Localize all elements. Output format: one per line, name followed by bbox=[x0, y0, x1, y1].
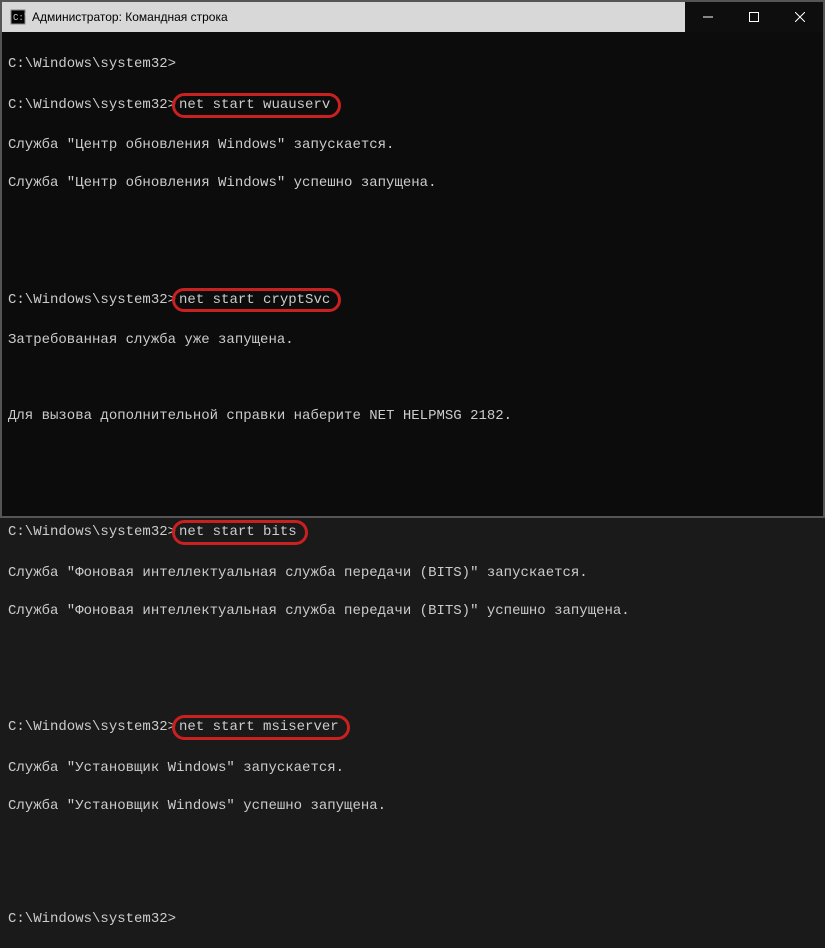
maximize-button[interactable] bbox=[731, 2, 777, 32]
prompt-line: C:\Windows\system32> bbox=[8, 55, 817, 74]
command-line: C:\Windows\system32>net start bits bbox=[8, 520, 817, 545]
prompt: C:\Windows\system32> bbox=[8, 911, 176, 927]
cmd-icon: C:\ bbox=[10, 9, 26, 25]
titlebar-left: C:\ Администратор: Командная строка bbox=[10, 9, 228, 25]
command-highlight: net start cryptSvc bbox=[172, 288, 341, 313]
output-line: Затребованная служба уже запущена. bbox=[8, 331, 817, 350]
command-line: C:\Windows\system32>net start wuauserv bbox=[8, 93, 817, 118]
blank-line bbox=[8, 369, 817, 388]
window-controls bbox=[685, 2, 823, 32]
command-line: C:\Windows\system32>net start cryptSvc bbox=[8, 288, 817, 313]
blank-line bbox=[8, 677, 817, 696]
prompt-line: C:\Windows\system32> bbox=[8, 910, 817, 929]
window-title: Администратор: Командная строка bbox=[32, 10, 228, 24]
output-line: Служба "Фоновая интеллектуальная служба … bbox=[8, 564, 817, 583]
command-highlight: net start bits bbox=[172, 520, 308, 545]
prompt: C:\Windows\system32> bbox=[8, 56, 176, 72]
blank-line bbox=[8, 872, 817, 891]
prompt: C:\Windows\system32> bbox=[8, 292, 176, 308]
cursor bbox=[176, 911, 184, 927]
blank-line bbox=[8, 835, 817, 854]
blank-line bbox=[8, 482, 817, 501]
output-line: Служба "Установщик Windows" запускается. bbox=[8, 759, 817, 778]
minimize-button[interactable] bbox=[685, 2, 731, 32]
command-highlight: net start msiserver bbox=[172, 715, 350, 740]
blank-line bbox=[8, 250, 817, 269]
output-line: Служба "Центр обновления Windows" успешн… bbox=[8, 174, 817, 193]
close-button[interactable] bbox=[777, 2, 823, 32]
prompt: C:\Windows\system32> bbox=[8, 97, 176, 113]
command-line: C:\Windows\system32>net start msiserver bbox=[8, 715, 817, 740]
blank-line bbox=[8, 212, 817, 231]
output-line: Служба "Фоновая интеллектуальная служба … bbox=[8, 602, 817, 621]
prompt: C:\Windows\system32> bbox=[8, 524, 176, 540]
svg-text:C:\: C:\ bbox=[13, 13, 26, 23]
terminal-output[interactable]: C:\Windows\system32> C:\Windows\system32… bbox=[2, 32, 823, 516]
blank-line bbox=[8, 445, 817, 464]
command-highlight: net start wuauserv bbox=[172, 93, 341, 118]
prompt: C:\Windows\system32> bbox=[8, 719, 176, 735]
blank-line bbox=[8, 640, 817, 659]
output-line: Служба "Установщик Windows" успешно запу… bbox=[8, 797, 817, 816]
window-titlebar: C:\ Администратор: Командная строка bbox=[2, 2, 823, 32]
output-line: Для вызова дополнительной справки набери… bbox=[8, 407, 817, 426]
output-line: Служба "Центр обновления Windows" запуск… bbox=[8, 136, 817, 155]
